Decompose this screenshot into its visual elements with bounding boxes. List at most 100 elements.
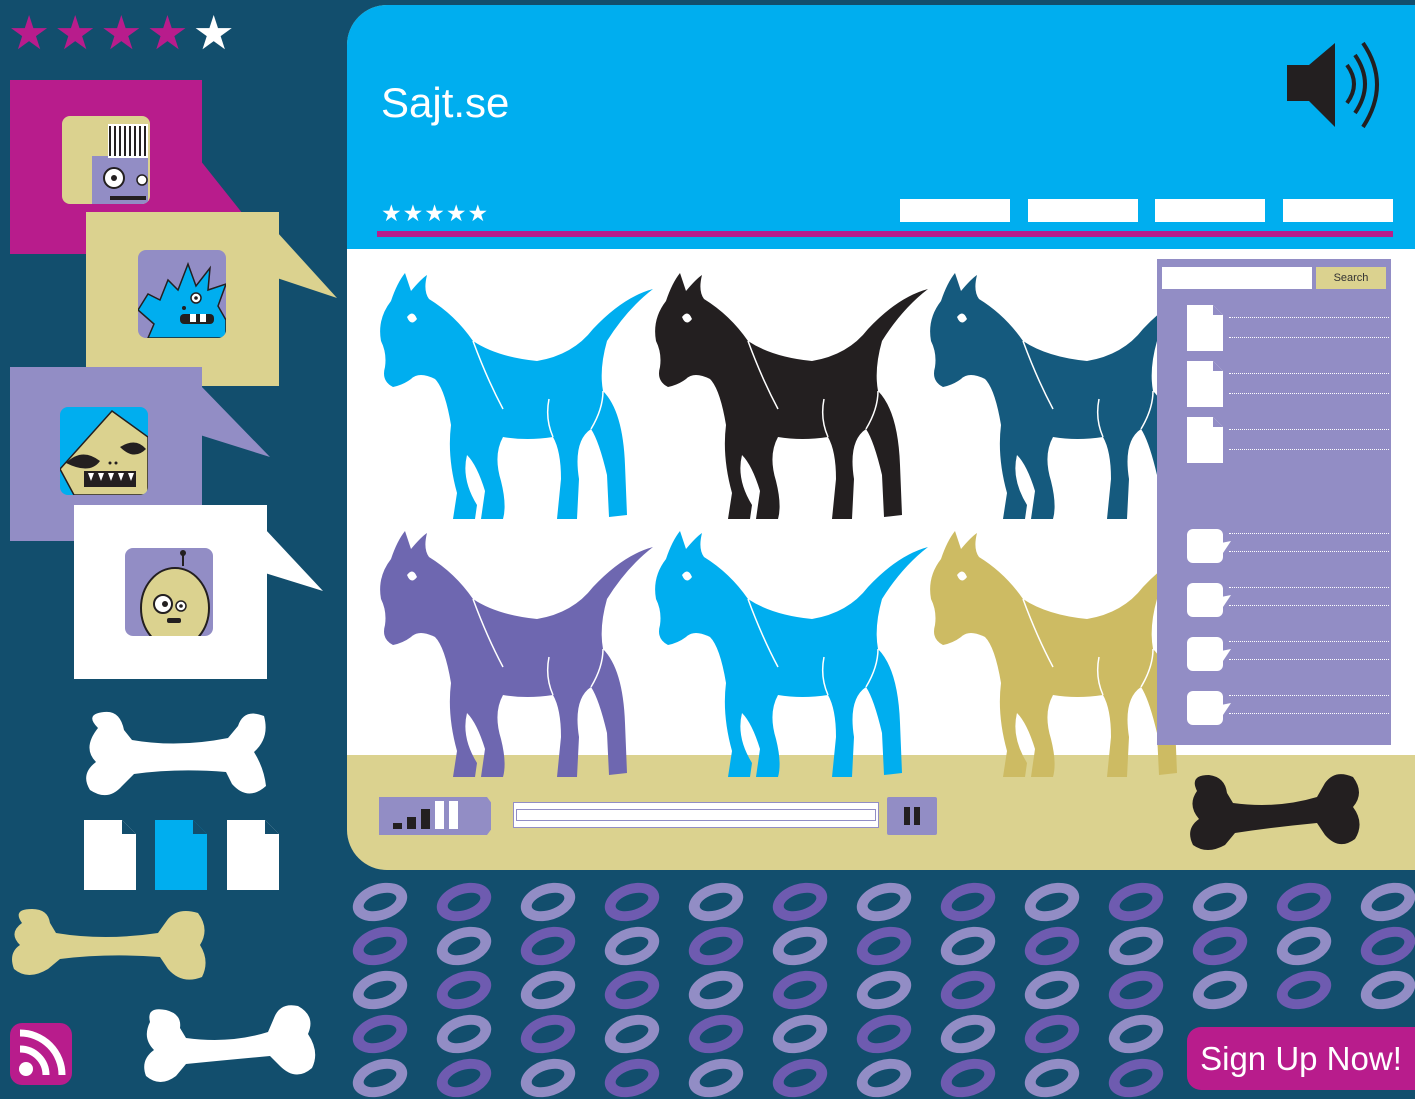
chat-bubble-icon[interactable]	[1187, 529, 1231, 565]
ring-shape	[1024, 970, 1080, 1010]
ring-shape	[436, 926, 492, 966]
chat-bubble-tail	[265, 529, 323, 591]
ring-shape	[1024, 1058, 1080, 1098]
ring-shape	[604, 1058, 660, 1098]
ring-shape	[1108, 1014, 1164, 1054]
ring-shape	[940, 926, 996, 966]
chat-bubble-tail	[200, 385, 270, 457]
speaker-icon[interactable]	[1287, 39, 1403, 131]
header-divider	[377, 231, 1393, 237]
ring-shape	[604, 1014, 660, 1054]
ring-shape	[688, 1014, 744, 1054]
monster-avatar-icon[interactable]	[138, 250, 226, 338]
star-icon[interactable]: ★	[146, 6, 192, 61]
ring-shape	[1024, 926, 1080, 966]
rating-stars[interactable]: ★★★★★	[8, 10, 239, 57]
dog-illustration[interactable]	[380, 273, 653, 519]
ring-shape	[940, 1058, 996, 1098]
ring-shape	[436, 882, 492, 922]
document-icon[interactable]	[155, 820, 207, 890]
signal-bars-icon	[435, 801, 444, 829]
ring-shape	[1108, 970, 1164, 1010]
ring-shape	[1024, 1014, 1080, 1054]
nav-tab[interactable]	[1283, 199, 1393, 222]
bone-icon[interactable]	[140, 1002, 318, 1086]
ring-shape	[436, 1014, 492, 1054]
progress-bar[interactable]	[513, 802, 879, 828]
ring-shape	[604, 970, 660, 1010]
bone-icon[interactable]	[78, 708, 270, 804]
ring-shape	[1192, 970, 1248, 1010]
site-title[interactable]: Sajt.se	[381, 79, 509, 127]
media-player	[379, 797, 939, 835]
star-icon[interactable]: ★	[8, 6, 54, 61]
nav-tab[interactable]	[900, 199, 1010, 222]
rss-icon[interactable]	[10, 1023, 72, 1085]
ring-shape	[856, 926, 912, 966]
ring-shape	[520, 926, 576, 966]
ring-shape	[772, 1058, 828, 1098]
ring-shape	[604, 882, 660, 922]
nav-tab[interactable]	[1028, 199, 1138, 222]
ring-shape	[940, 970, 996, 1010]
ring-shape	[352, 1058, 408, 1098]
dog-illustration[interactable]	[380, 531, 653, 777]
ring-shape	[1276, 970, 1332, 1010]
pause-icon	[904, 807, 920, 825]
search-button[interactable]: Search	[1316, 267, 1386, 289]
ring-shape	[1108, 1058, 1164, 1098]
signal-bars-icon	[393, 823, 402, 829]
chat-bubble-icon[interactable]	[1187, 691, 1231, 727]
sign-up-button[interactable]: Sign Up Now!	[1187, 1027, 1415, 1090]
ring-shape	[436, 970, 492, 1010]
ring-shape	[1108, 882, 1164, 922]
volume-control[interactable]	[379, 797, 491, 835]
bone-icon[interactable]	[8, 907, 212, 983]
document-icon[interactable]	[1187, 417, 1223, 463]
ring-shape	[856, 970, 912, 1010]
star-icon[interactable]: ★	[54, 6, 100, 61]
monster-avatar-icon[interactable]	[125, 548, 213, 636]
ring-shape	[352, 1014, 408, 1054]
browser-window: Sajt.se ★★★★★ Search	[347, 5, 1415, 870]
star-icon[interactable]: ★	[193, 6, 239, 61]
ring-shape	[1024, 882, 1080, 922]
pause-button[interactable]	[887, 797, 937, 835]
chat-bubble	[74, 505, 323, 679]
nav-tab[interactable]	[1155, 199, 1265, 222]
ring-shape	[352, 882, 408, 922]
bone-icon[interactable]	[1183, 769, 1365, 855]
document-icon[interactable]	[1187, 305, 1223, 351]
chat-bubble-icon[interactable]	[1187, 637, 1231, 673]
ring-shape	[688, 970, 744, 1010]
star-icon[interactable]: ★	[100, 6, 146, 61]
ring-shape	[1360, 970, 1415, 1010]
ring-shape	[772, 1014, 828, 1054]
chat-bubble-icon[interactable]	[1187, 583, 1231, 619]
dog-illustration[interactable]	[655, 531, 928, 777]
monster-avatar-icon[interactable]	[60, 407, 148, 495]
chat-bubble-tail	[277, 232, 337, 298]
ring-shape	[520, 1014, 576, 1054]
ring-shape	[1192, 882, 1248, 922]
search-input[interactable]	[1162, 267, 1312, 289]
ring-shape	[688, 882, 744, 922]
header-rating[interactable]: ★★★★★	[381, 201, 489, 227]
ring-shape	[1360, 882, 1415, 922]
ring-shape	[688, 1058, 744, 1098]
ring-shape	[772, 926, 828, 966]
ring-shape	[1276, 926, 1332, 966]
dog-illustration[interactable]	[655, 273, 928, 519]
ring-shape	[352, 970, 408, 1010]
ring-shape	[772, 970, 828, 1010]
ring-shape	[520, 882, 576, 922]
ring-shape	[940, 882, 996, 922]
ring-shape	[352, 926, 408, 966]
document-icon[interactable]	[1187, 361, 1223, 407]
document-icon[interactable]	[84, 820, 136, 890]
ring-shape	[1276, 882, 1332, 922]
signal-bars-icon	[407, 817, 416, 829]
ring-shape	[1192, 926, 1248, 966]
monster-avatar-icon[interactable]	[62, 116, 150, 204]
document-icon[interactable]	[227, 820, 279, 890]
